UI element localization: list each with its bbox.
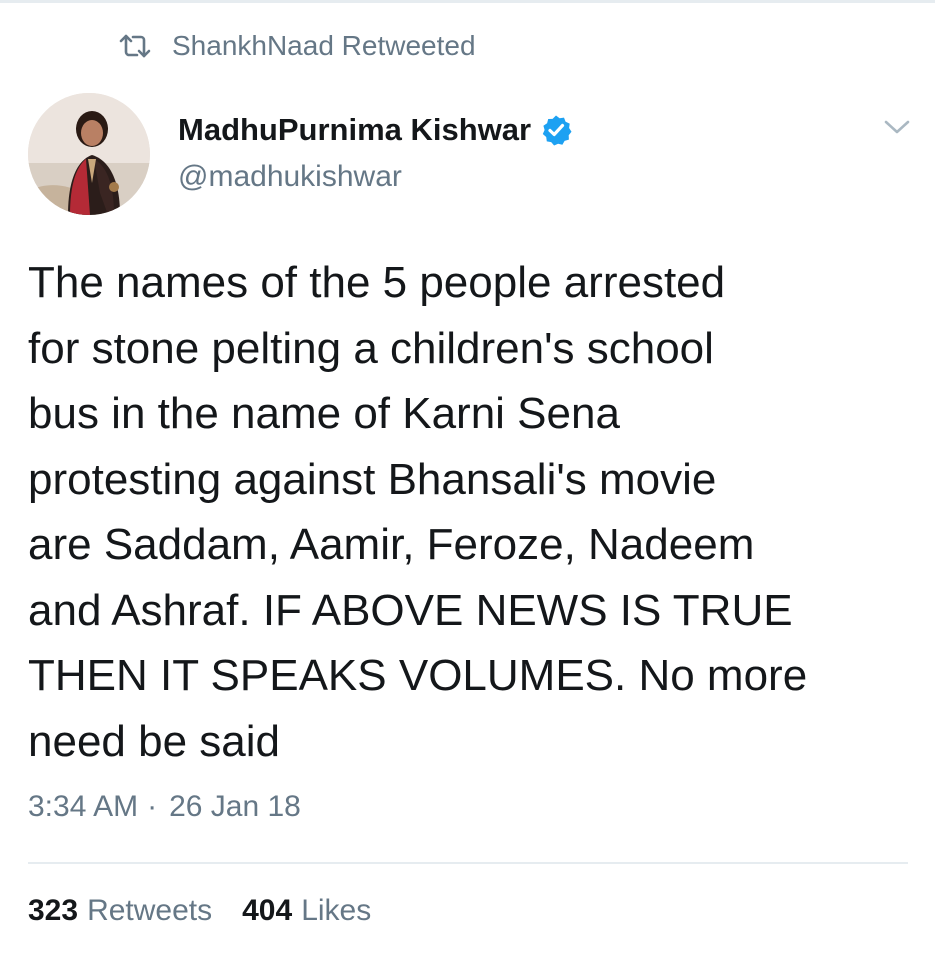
tweet-text: The names of the 5 people arrested for s… (28, 250, 908, 774)
timestamp-separator: · (147, 790, 158, 823)
retweets-label: Retweets (87, 894, 213, 927)
tweet-text-line: need be said (28, 716, 280, 766)
tweet-text-line: and Ashraf. IF ABOVE NEWS IS TRUE (28, 585, 793, 635)
author-name-row: MadhuPurnima Kishwar (178, 108, 572, 152)
avatar[interactable] (28, 93, 150, 215)
retweet-context[interactable]: ShankhNaad Retweeted (118, 26, 476, 66)
retweet-context-label: ShankhNaad Retweeted (172, 30, 476, 61)
stats-divider (28, 862, 908, 864)
avatar-photo (28, 93, 150, 215)
tweet-text-line: for stone pelting a children's school (28, 323, 714, 373)
tweet-text-line: THEN IT SPEAKS VOLUMES. No more (28, 651, 808, 700)
likes-count: 404 (242, 894, 293, 927)
author-display-name[interactable]: MadhuPurnima Kishwar (178, 112, 531, 148)
likes-label: Likes (301, 894, 372, 927)
author-handle[interactable]: @madhukishwar (178, 160, 572, 194)
retweet-icon (119, 34, 151, 58)
verified-badge-icon (542, 115, 572, 146)
chevron-down-icon[interactable] (881, 111, 913, 143)
tweet-time: 3:34 AM (28, 790, 139, 823)
tweet-text-line: are Saddam, Aamir, Feroze, Nadeem (28, 520, 755, 569)
top-divider (0, 0, 935, 3)
retweets-stat[interactable]: 323 Retweets (28, 894, 212, 928)
likes-stat[interactable]: 404 Likes (242, 894, 371, 928)
tweet-date: 26 Jan 18 (169, 790, 301, 823)
tweet-stats: 323 Retweets 404 Likes (28, 894, 401, 928)
tweet-text-line: The names of the 5 people arrested (28, 258, 726, 307)
retweets-count: 323 (28, 894, 79, 927)
tweet-text-line: protesting against Bhansali's movie (28, 454, 717, 504)
tweet-text-line: bus in the name of Karni Sena (28, 389, 620, 438)
author-block[interactable]: MadhuPurnima Kishwar @madhukishwar (178, 108, 572, 194)
tweet-timestamp[interactable]: 3:34 AM · 26 Jan 18 (28, 790, 301, 824)
